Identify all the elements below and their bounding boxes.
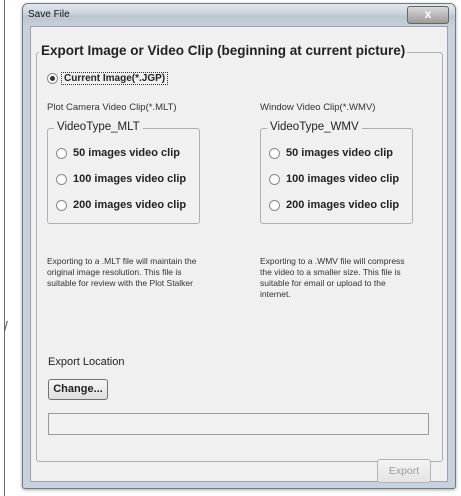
export-location-label: Export Location — [48, 356, 125, 368]
background-edge-line — [4, 0, 5, 496]
wmv-videotype-group: VideoType_WMV 50 images video clip 100 i… — [260, 121, 413, 224]
wmv-column-title: Window Video Clip(*.WMV) — [260, 102, 376, 113]
wmv-group-legend: VideoType_WMV — [267, 121, 362, 133]
change-button[interactable]: Change... — [48, 379, 108, 400]
mlt-column-title: Plot Camera Video Clip(*.MLT) — [47, 102, 177, 113]
wmv-option-50[interactable]: 50 images video clip — [269, 147, 393, 159]
mlt-videotype-group: VideoType_MLT 50 images video clip 100 i… — [47, 121, 200, 224]
title-bar[interactable]: Save File x — [23, 4, 455, 26]
dialog-client-area: Export Image or Video Clip (beginning at… — [30, 26, 448, 483]
window-title: Save File — [28, 9, 70, 20]
mlt-option-50[interactable]: 50 images video clip — [56, 147, 180, 159]
mlt-description: Exporting to a .MLT file will maintain t… — [47, 256, 197, 288]
wmv-option-100[interactable]: 100 images video clip — [269, 173, 399, 185]
mlt-option-100-label: 100 images video clip — [73, 173, 187, 185]
radio-icon[interactable] — [269, 173, 280, 185]
wmv-option-100-label: 100 images video clip — [286, 173, 400, 185]
wmv-option-50-label: 50 images video clip — [286, 147, 393, 159]
export-path-field[interactable] — [48, 413, 429, 435]
export-group-title: Export Image or Video Clip (beginning at… — [39, 43, 408, 58]
save-file-dialog: Save File x Export Image or Video Clip (… — [22, 3, 456, 489]
wmv-option-200[interactable]: 200 images video clip — [269, 199, 399, 211]
mlt-option-200-label: 200 images video clip — [73, 199, 187, 211]
side-mark: / — [4, 318, 8, 334]
wmv-description: Exporting to a .WMV file will compress t… — [260, 256, 405, 299]
mlt-option-200[interactable]: 200 images video clip — [56, 199, 186, 211]
current-image-option[interactable]: Current Image(*.JGP) — [47, 72, 169, 86]
current-image-label: Current Image(*.JGP) — [61, 72, 169, 86]
mlt-group-legend: VideoType_MLT — [54, 121, 143, 133]
radio-icon[interactable] — [269, 147, 280, 159]
radio-icon[interactable] — [56, 199, 67, 211]
radio-icon[interactable] — [56, 173, 67, 185]
close-button[interactable]: x — [407, 6, 449, 24]
close-icon: x — [424, 7, 432, 21]
mlt-option-50-label: 50 images video clip — [73, 147, 180, 159]
wmv-option-200-label: 200 images video clip — [286, 199, 400, 211]
mlt-option-100[interactable]: 100 images video clip — [56, 173, 186, 185]
radio-icon[interactable] — [269, 199, 280, 211]
export-button[interactable]: Export — [377, 459, 431, 483]
radio-checked-icon[interactable] — [47, 73, 58, 84]
radio-icon[interactable] — [56, 147, 67, 159]
